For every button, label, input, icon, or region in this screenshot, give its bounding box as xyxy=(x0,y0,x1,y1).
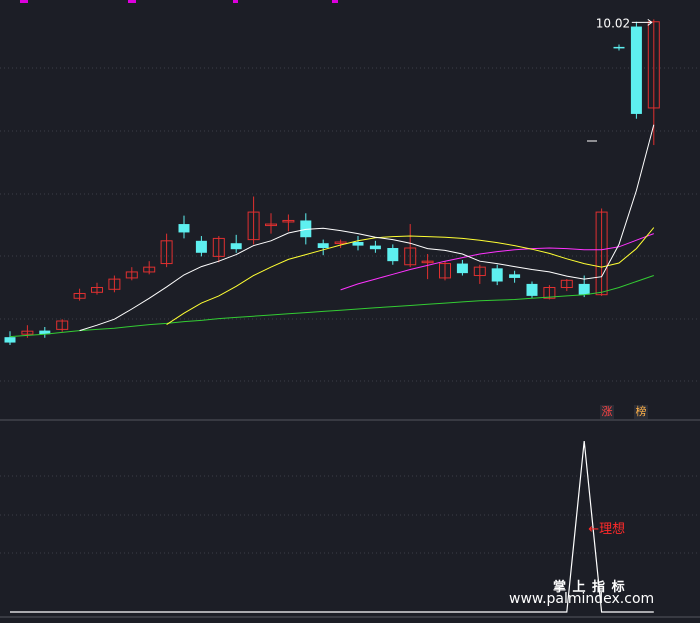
candle-body xyxy=(317,243,329,248)
candle-body xyxy=(195,240,207,253)
max-price-label: 10.02 xyxy=(596,16,630,30)
candle-body xyxy=(509,274,521,278)
candle-body xyxy=(613,46,625,49)
signal-annotation: ←理想 xyxy=(588,521,625,537)
candle-body xyxy=(178,224,190,233)
limit-up-badge[interactable]: 涨 xyxy=(600,405,614,419)
candle-body xyxy=(491,268,503,282)
top-tick xyxy=(20,0,28,3)
candle-body xyxy=(630,26,642,114)
ranking-badge-label: 榜 xyxy=(635,405,647,418)
watermark-url: www.palmindex.com xyxy=(509,591,655,607)
top-tick xyxy=(128,0,136,3)
candle-body xyxy=(526,283,538,296)
ma60-line xyxy=(9,275,654,338)
candle-body xyxy=(230,243,242,250)
candle-body xyxy=(387,247,399,262)
candle-body xyxy=(4,337,16,343)
candle-body xyxy=(456,263,468,274)
top-tick xyxy=(233,0,238,3)
stock-chart: 10.02 ←理想 xyxy=(0,0,700,618)
limit-up-badge-label: 涨 xyxy=(601,405,613,418)
chart-canvas: 10.02 ←理想 涨 榜 掌 上 指 标 www.palmindex.com xyxy=(0,0,700,623)
candle-body xyxy=(352,242,364,246)
candle-body xyxy=(369,245,381,250)
top-tick xyxy=(332,0,338,3)
ma5-line xyxy=(79,124,655,332)
candle-body xyxy=(578,283,590,295)
ranking-badge[interactable]: 榜 xyxy=(634,405,648,419)
